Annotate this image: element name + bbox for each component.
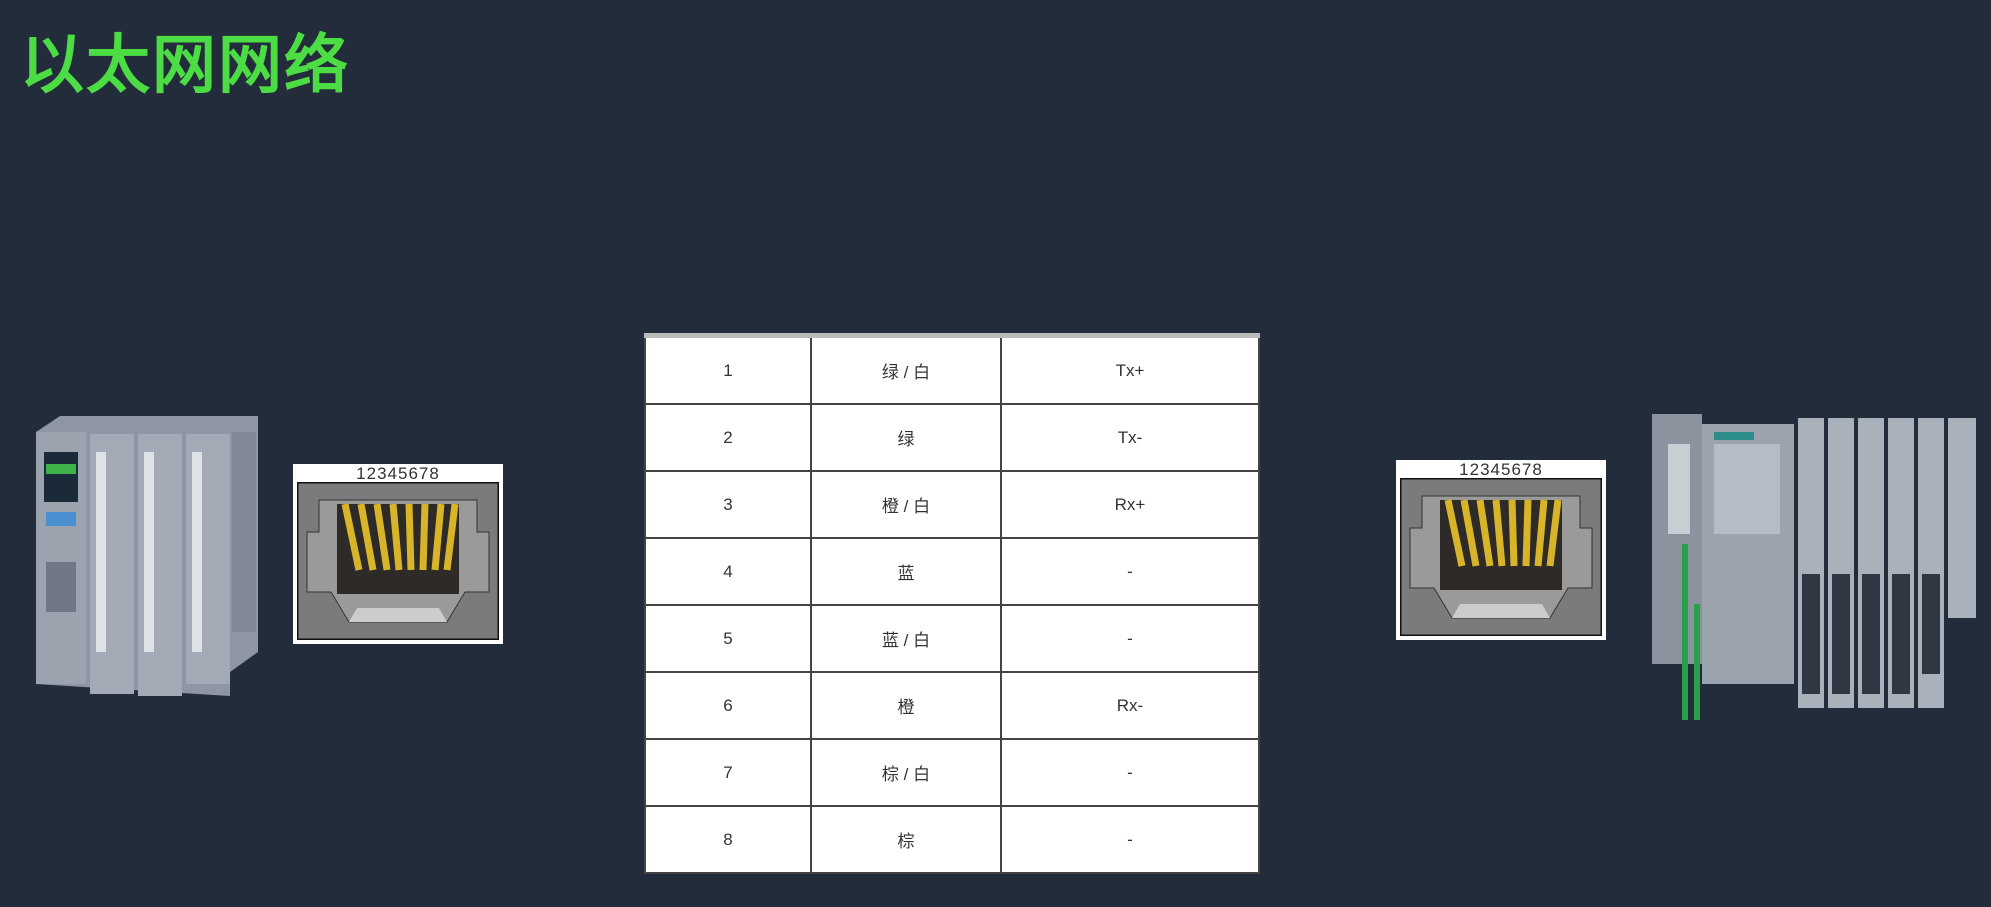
wire-color-cell: 橙 / 白: [810, 470, 1002, 539]
wire-color-cell: 绿 / 白: [810, 334, 1002, 405]
table-row: 2 绿 Tx-: [644, 403, 1260, 472]
plc-cpu-image-left: [36, 416, 258, 696]
wire-color-cell: 绿: [810, 403, 1002, 472]
plc-io-station-image-right: [1652, 414, 1976, 720]
signal-cell: -: [1000, 738, 1260, 807]
table-row: 5蓝 / 白-: [644, 604, 1260, 673]
rj45-connector-right: 12345678: [1396, 460, 1606, 640]
table-row: 8棕-: [644, 805, 1260, 874]
pin-number-cell: 2: [644, 403, 812, 472]
table-row: 7棕 / 白-: [644, 738, 1260, 807]
rj45-connector-left: 12345678: [293, 464, 503, 644]
pin-number-cell: 6: [644, 671, 812, 740]
wire-color-cell: 橙: [810, 671, 1002, 740]
signal-cell: -: [1000, 805, 1260, 874]
table-row: 6 橙 Rx-: [644, 671, 1260, 740]
signal-cell: Rx+: [1000, 470, 1260, 539]
pin-number-cell: 5: [644, 604, 812, 673]
signal-cell: Rx-: [1000, 671, 1260, 740]
table-row: 4蓝-: [644, 537, 1260, 606]
signal-cell: Tx-: [1000, 403, 1260, 472]
pin-numbers-label: 12345678: [1459, 460, 1543, 479]
table-row: 3橙 / 白 Rx+: [644, 470, 1260, 539]
rj45-pinout-table: 1绿 / 白 Tx+ 2 绿 Tx- 3 橙 / 白 Rx+ 4 蓝 -5 蓝 / 白 -6 橙 Rx- 7 棕…: [644, 333, 1260, 874]
wire-color-cell: 棕: [810, 805, 1002, 874]
pin-number-cell: 3: [644, 470, 812, 539]
pin-numbers-label: 12345678: [356, 464, 440, 483]
pin-number-cell: 4: [644, 537, 812, 606]
wire-color-cell: 蓝 / 白: [810, 604, 1002, 673]
pin-number-cell: 1: [644, 334, 812, 405]
pin-number-cell: 8: [644, 805, 812, 874]
pin-number-cell: 7: [644, 738, 812, 807]
signal-cell: -: [1000, 537, 1260, 606]
table-row: 1绿 / 白 Tx+: [644, 334, 1260, 405]
page-title: 以太网网络: [20, 29, 350, 103]
signal-cell: Tx+: [1000, 334, 1260, 405]
wire-color-cell: 棕 / 白: [810, 738, 1002, 807]
rj45-port-icon: [297, 482, 499, 640]
wire-color-cell: 蓝: [810, 537, 1002, 606]
rj45-port-icon: [1400, 478, 1602, 636]
signal-cell: -: [1000, 604, 1260, 673]
